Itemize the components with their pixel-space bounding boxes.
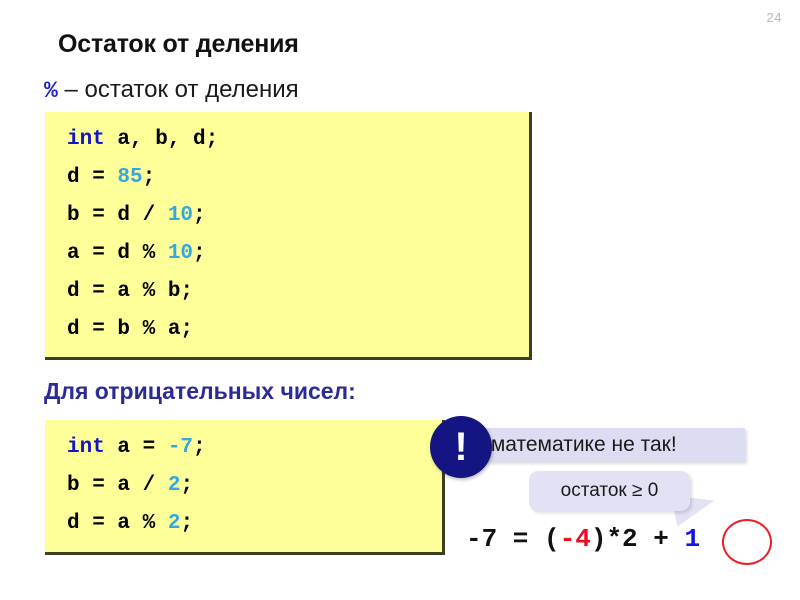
- equation-lhs: -7 = (: [466, 524, 560, 554]
- code-block-division-example: int a, b, d; d = 85; b = d / 10; a = d %…: [45, 112, 532, 360]
- section-heading-negative-numbers: Для отрицательных чисел:: [44, 378, 356, 404]
- remainder-highlight-circle-icon: [722, 519, 772, 565]
- exclamation-glyph: !: [454, 425, 468, 469]
- code-line: d = a % b;: [67, 280, 194, 303]
- code-text: d =: [67, 166, 118, 189]
- code-text: a, b, d;: [104, 128, 219, 151]
- code-line: d = b % a;: [67, 318, 194, 341]
- code-text: ;: [193, 204, 206, 227]
- code-line: a = d % 10;: [67, 235, 529, 273]
- code-number: 10: [167, 242, 194, 265]
- code-text: b = a /: [67, 474, 168, 497]
- equation-quotient: -4: [559, 524, 591, 554]
- code-line: d = 85;: [67, 159, 529, 197]
- code-line: int a, b, d;: [67, 121, 529, 159]
- equation-negative-remainder: -7 = (-4)*2 + 1: [466, 524, 700, 554]
- code-number: 10: [167, 204, 194, 227]
- note-banner-math-differs: В математике не так!: [455, 428, 745, 462]
- percent-operator-label: %: [44, 78, 58, 104]
- code-line: b = a / 2;: [67, 467, 442, 505]
- code-text: a =: [104, 436, 168, 459]
- code-text: d = a %: [67, 512, 168, 535]
- code-text: a = d %: [67, 242, 168, 265]
- slide-number: 24: [766, 10, 782, 25]
- code-keyword: int: [67, 128, 105, 151]
- page-title: Остаток от деления: [58, 30, 299, 58]
- code-number: 2: [167, 474, 181, 497]
- code-line: d = a % 2;: [67, 505, 442, 543]
- code-line: int a = -7;: [67, 429, 442, 467]
- speech-bubble-remainder-rule: остаток ≥ 0: [529, 471, 690, 511]
- code-number: 2: [167, 512, 181, 535]
- exclamation-icon: !: [430, 416, 492, 478]
- equation-remainder: 1: [684, 524, 701, 554]
- code-text: b = d /: [67, 204, 168, 227]
- code-keyword: int: [67, 436, 105, 459]
- equation-mid: )*2 +: [590, 524, 685, 554]
- subtitle-text: – остаток от деления: [57, 76, 299, 103]
- code-text: ;: [193, 242, 206, 265]
- subtitle-definition: % – остаток от деления: [44, 76, 299, 104]
- code-text: ;: [180, 474, 194, 497]
- slide-canvas: 24 Остаток от деления % – остаток от дел…: [0, 0, 800, 600]
- code-text: ;: [180, 512, 194, 535]
- code-block-negative-example: int a = -7; b = a / 2; d = a % 2;: [45, 420, 445, 555]
- code-number: 85: [117, 166, 143, 189]
- code-line: b = d / 10;: [67, 197, 529, 235]
- code-number: -7: [167, 436, 194, 459]
- code-text: ;: [142, 166, 156, 189]
- code-text: ;: [193, 436, 206, 459]
